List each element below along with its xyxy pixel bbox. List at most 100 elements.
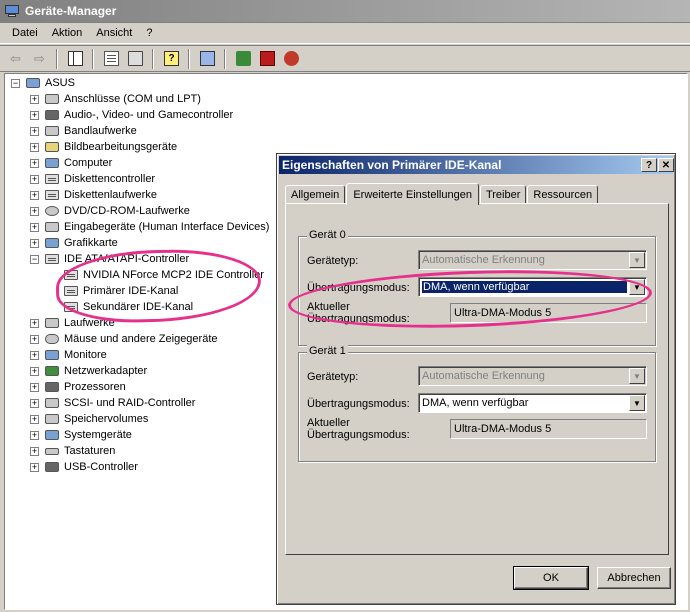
forward-arrow-icon[interactable]: ⇨ [29, 48, 50, 69]
expand-toggle[interactable]: + [30, 111, 39, 120]
back-arrow-icon[interactable]: ⇦ [5, 48, 26, 69]
collapse-toggle[interactable]: − [11, 79, 20, 88]
device-type-select[interactable]: Automatische Erkennung ▼ [418, 250, 647, 270]
scsi-icon [44, 396, 60, 410]
tree-item[interactable]: Bandlaufwerke [44, 123, 137, 139]
expand-toggle[interactable]: + [30, 383, 39, 392]
expand-toggle[interactable]: + [30, 143, 39, 152]
expand-toggle[interactable]: + [30, 319, 39, 328]
tab-erweiterte-einstellungen[interactable]: Erweiterte Einstellungen [346, 183, 479, 205]
expand-toggle[interactable]: + [30, 431, 39, 440]
toolbar: ⇦ ⇨ ? [0, 45, 690, 72]
tree-item[interactable]: SCSI- und RAID-Controller [44, 395, 195, 411]
expand-toggle[interactable]: + [30, 191, 39, 200]
help-icon[interactable]: ? [161, 48, 182, 69]
tree-item-label: Diskettencontroller [64, 173, 156, 185]
monitor-icon [44, 348, 60, 362]
menu-aktion[interactable]: Aktion [45, 27, 90, 39]
show-hide-console-tree-icon[interactable] [65, 48, 86, 69]
menu-help[interactable]: ? [139, 27, 159, 39]
expand-toggle[interactable]: + [30, 415, 39, 424]
expand-toggle[interactable]: + [30, 447, 39, 456]
tree-item[interactable]: Mäuse und andere Zeigegeräte [44, 331, 218, 347]
uninstall-icon[interactable] [257, 48, 278, 69]
expand-toggle[interactable]: + [30, 159, 39, 168]
tree-item-label: Monitore [64, 349, 107, 361]
tree-item[interactable]: Monitore [44, 347, 107, 363]
tree-item-label: SCSI- und RAID-Controller [64, 397, 196, 409]
current-mode-label: Übertragungsmodus: [307, 429, 410, 441]
expand-toggle[interactable]: + [30, 239, 39, 248]
tree-item-label: Mäuse und andere Zeigegeräte [64, 333, 218, 345]
tab-ressourcen[interactable]: Ressourcen [527, 185, 599, 204]
print-icon[interactable] [125, 48, 146, 69]
update-driver-icon[interactable] [233, 48, 254, 69]
device-type-value: Automatische Erkennung [422, 254, 545, 266]
tree-item[interactable]: Tastaturen [44, 443, 115, 459]
tree-item[interactable]: Bildbearbeitungsgeräte [44, 139, 177, 155]
tree-item[interactable]: Speichervolumes [44, 411, 148, 427]
expand-toggle[interactable]: + [30, 175, 39, 184]
tree-item-label: DVD/CD-ROM-Laufwerke [64, 205, 190, 217]
current-mode-label: Aktueller [307, 417, 350, 429]
cdrom-icon [44, 204, 60, 218]
disable-icon[interactable] [281, 48, 302, 69]
expand-toggle[interactable]: + [30, 335, 39, 344]
device-type-select[interactable]: Automatische Erkennung ▼ [418, 366, 647, 386]
expand-toggle[interactable]: + [30, 127, 39, 136]
scan-hardware-icon[interactable] [197, 48, 218, 69]
tree-item-label: Netzwerkadapter [64, 365, 148, 377]
tree-item[interactable]: Eingabegeräte (Human Interface Devices) [44, 219, 269, 235]
group-legend: Gerät 1 [307, 345, 348, 357]
transfer-mode-select[interactable]: DMA, wenn verfügbar ▼ [418, 393, 647, 413]
dialog-close-button[interactable]: ✕ [658, 158, 674, 172]
tree-root-label: ASUS [45, 77, 75, 89]
dialog-help-button[interactable]: ? [641, 158, 657, 172]
expand-toggle[interactable]: + [30, 207, 39, 216]
tree-item[interactable]: DVD/CD-ROM-Laufwerke [44, 203, 190, 219]
tree-item[interactable]: Systemgeräte [44, 427, 132, 443]
mouse-icon [44, 332, 60, 346]
dialog-titlebar[interactable]: Eigenschaften von Primärer IDE-Kanal [279, 156, 673, 174]
tree-item[interactable]: Diskettenlaufwerke [44, 187, 157, 203]
window-title: Geräte-Manager [25, 4, 117, 18]
cancel-button[interactable]: Abbrechen [597, 567, 671, 589]
properties-icon[interactable] [101, 48, 122, 69]
chevron-down-icon: ▼ [629, 252, 645, 268]
expand-toggle[interactable]: + [30, 223, 39, 232]
collapse-toggle[interactable]: − [30, 255, 39, 264]
transfer-mode-value: DMA, wenn verfügbar [422, 397, 529, 409]
expand-toggle[interactable]: + [30, 463, 39, 472]
menu-datei[interactable]: Datei [5, 27, 45, 39]
tree-item[interactable]: Prozessoren [44, 379, 126, 395]
device-type-label: Gerätetyp: [307, 255, 359, 267]
tab-allgemein[interactable]: Allgemein [285, 185, 346, 204]
floppy-controller-icon [44, 172, 60, 186]
tape-drive-icon [44, 124, 60, 138]
tree-root[interactable]: ASUS [25, 75, 75, 91]
tree-item-label: Eingabegeräte (Human Interface Devices) [64, 221, 270, 233]
tree-item[interactable]: Diskettencontroller [44, 171, 155, 187]
tree-item[interactable]: Computer [44, 155, 112, 171]
tree-item-label: Bandlaufwerke [64, 125, 137, 137]
expand-toggle[interactable]: + [30, 399, 39, 408]
chevron-down-icon[interactable]: ▼ [629, 395, 645, 411]
floppy-drive-icon [44, 188, 60, 202]
ok-button[interactable]: OK [513, 566, 589, 590]
tree-item[interactable]: Grafikkarte [44, 235, 118, 251]
tab-treiber[interactable]: Treiber [479, 185, 527, 204]
main-titlebar[interactable]: Geräte-Manager [0, 0, 690, 22]
tree-item[interactable]: Netzwerkadapter [44, 363, 147, 379]
tree-item-label: Grafikkarte [64, 237, 118, 249]
tree-item[interactable]: Anschlüsse (COM und LPT) [44, 91, 201, 107]
chevron-down-icon: ▼ [629, 368, 645, 384]
tree-item[interactable]: Audio-, Video- und Gamecontroller [44, 107, 233, 123]
tab-strip: Allgemein Erweiterte Einstellungen Treib… [285, 180, 599, 205]
menu-ansicht[interactable]: Ansicht [89, 27, 139, 39]
expand-toggle[interactable]: + [30, 351, 39, 360]
tree-item[interactable]: USB-Controller [44, 459, 138, 475]
expand-toggle[interactable]: + [30, 95, 39, 104]
expand-toggle[interactable]: + [30, 367, 39, 376]
keyboard-icon [44, 444, 60, 458]
processor-icon [44, 380, 60, 394]
